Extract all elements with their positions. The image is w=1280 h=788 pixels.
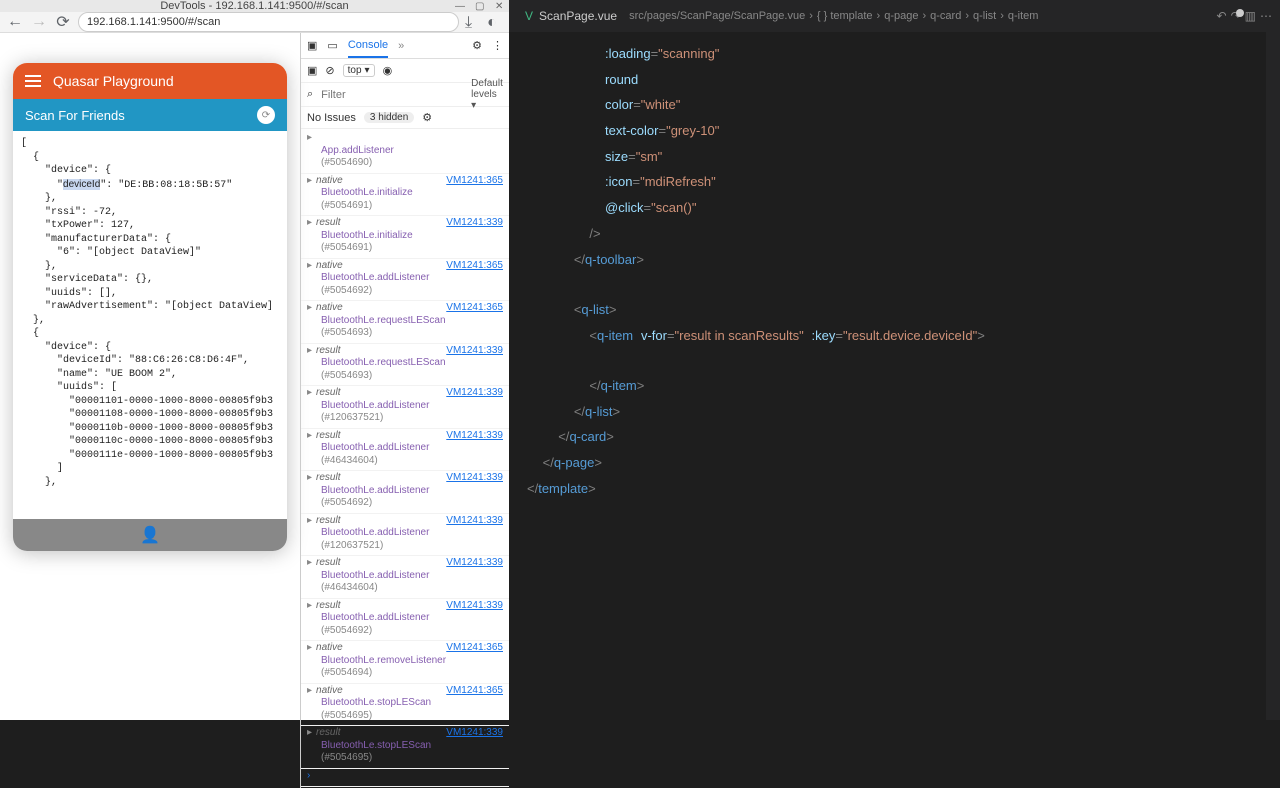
- minimize-icon[interactable]: —: [455, 1, 465, 11]
- log-entry: ▸nativeVM1241:365BluetoothLe.initialize(…: [301, 174, 509, 217]
- browser-window: DevTools - 192.168.1.141:9500/#/scan — ▢…: [0, 0, 509, 720]
- expand-icon[interactable]: ▸: [307, 642, 312, 655]
- editor-tabbar: V ScanPage.vue src/pages/ScanPage/ScanPa…: [509, 0, 1280, 32]
- app-header: Quasar Playground: [13, 63, 287, 99]
- log-entry: ▸resultVM1241:339BluetoothLe.addListener…: [301, 556, 509, 599]
- device-toggle-icon[interactable]: ▭: [327, 39, 337, 52]
- expand-icon[interactable]: ▸: [307, 685, 312, 698]
- expand-icon[interactable]: ▸: [307, 217, 312, 230]
- reload-icon[interactable]: ⟳: [54, 13, 72, 31]
- toggle-sidebar-icon[interactable]: ▣: [307, 64, 317, 77]
- app-title: Quasar Playground: [53, 73, 174, 89]
- split-icon[interactable]: ▥: [1245, 9, 1256, 23]
- source-link[interactable]: VM1241:339: [446, 600, 503, 613]
- app-subheader: Scan For Friends ⟳: [13, 99, 287, 131]
- expand-icon[interactable]: ▸: [307, 727, 312, 740]
- source-link[interactable]: VM1241:365: [446, 260, 503, 273]
- code-area[interactable]: :loading="scanning" round color="white" …: [509, 32, 1280, 720]
- log-entry: ▸resultVM1241:339BluetoothLe.addListener…: [301, 514, 509, 557]
- expand-icon[interactable]: ▸: [307, 132, 312, 145]
- expand-icon[interactable]: ▸: [307, 260, 312, 273]
- log-entry: ▸resultVM1241:339BluetoothLe.requestLESc…: [301, 344, 509, 387]
- eye-icon[interactable]: ◉: [383, 64, 393, 77]
- browser-titlebar: DevTools - 192.168.1.141:9500/#/scan — ▢…: [0, 0, 509, 12]
- expand-icon[interactable]: ▸: [307, 430, 312, 443]
- browser-toolbar: ← → ⟳ 192.168.1.141:9500/#/scan ⤓ ◐: [0, 12, 509, 33]
- expand-icon[interactable]: ▸: [307, 515, 312, 528]
- editor-more-icon[interactable]: ⋯: [1260, 9, 1272, 23]
- devtools-tabs: ▣ ▭ Console » ⚙ ⋮: [301, 33, 509, 59]
- source-link[interactable]: VM1241:339: [446, 387, 503, 400]
- source-link[interactable]: VM1241:365: [446, 302, 503, 315]
- source-link[interactable]: VM1241:365: [446, 175, 503, 188]
- console-log: ▸App.addListener(#5054690)▸nativeVM1241:…: [301, 129, 509, 788]
- devtools-panel: ▣ ▭ Console » ⚙ ⋮ ▣ ⊘ top▾ ◉ ⌕ Default l…: [300, 33, 509, 788]
- file-name: ScanPage.vue: [539, 9, 617, 23]
- hidden-pill[interactable]: 3 hidden: [364, 112, 414, 123]
- json-output: [ { "device": { "deviceId": "DE:BB:08:18…: [13, 131, 287, 519]
- subheader-title: Scan For Friends: [25, 108, 125, 123]
- settings-icon[interactable]: ⚙: [472, 39, 482, 52]
- source-link[interactable]: VM1241:339: [446, 217, 503, 230]
- context-select[interactable]: top▾: [343, 64, 375, 77]
- vue-icon: V: [525, 9, 533, 23]
- refresh-icon[interactable]: ⟳: [257, 106, 275, 124]
- source-link[interactable]: VM1241:339: [446, 557, 503, 570]
- log-entry: ▸nativeVM1241:365BluetoothLe.addListener…: [301, 259, 509, 302]
- issues-label: No Issues: [307, 112, 356, 124]
- source-link[interactable]: VM1241:339: [446, 430, 503, 443]
- clear-console-icon[interactable]: ⊘: [325, 64, 334, 77]
- log-entry: ▸resultVM1241:339BluetoothLe.addListener…: [301, 429, 509, 472]
- install-icon[interactable]: ⤓: [465, 14, 481, 30]
- log-entry: ▸resultVM1241:339BluetoothLe.addListener…: [301, 386, 509, 429]
- profile-icon[interactable]: ◐: [487, 14, 503, 30]
- expand-icon[interactable]: ▸: [307, 387, 312, 400]
- expand-icon[interactable]: ▸: [307, 345, 312, 358]
- source-link[interactable]: VM1241:365: [446, 685, 503, 698]
- log-entry: ▸resultVM1241:339BluetoothLe.addListener…: [301, 471, 509, 514]
- minimap: [1266, 32, 1280, 720]
- filter-icon: ⌕: [307, 88, 313, 101]
- menu-icon[interactable]: [25, 75, 41, 87]
- close-icon[interactable]: ✕: [495, 1, 505, 11]
- breadcrumb: src/pages/ScanPage/ScanPage.vue› { } tem…: [629, 10, 1038, 22]
- source-link[interactable]: VM1241:339: [446, 515, 503, 528]
- maximize-icon[interactable]: ▢: [475, 1, 485, 11]
- back-icon[interactable]: ←: [6, 13, 24, 31]
- expand-icon[interactable]: ▸: [307, 472, 312, 485]
- nav-back-icon[interactable]: ↶: [1217, 9, 1227, 23]
- log-entry: ▸nativeVM1241:365BluetoothLe.removeListe…: [301, 641, 509, 684]
- source-link[interactable]: VM1241:339: [446, 345, 503, 358]
- dirty-indicator-icon: [1236, 9, 1244, 17]
- tabs-overflow-icon[interactable]: »: [398, 40, 404, 52]
- log-entry: ▸App.addListener(#5054690): [301, 131, 509, 174]
- log-entry: ▸resultVM1241:339BluetoothLe.initialize(…: [301, 216, 509, 259]
- browser-title: DevTools - 192.168.1.141:9500/#/scan: [160, 0, 348, 12]
- device-preview: Quasar Playground Scan For Friends ⟳ [ {…: [0, 33, 300, 788]
- phone-frame: Quasar Playground Scan For Friends ⟳ [ {…: [13, 63, 287, 551]
- tab-console[interactable]: Console: [348, 33, 388, 58]
- gear-icon[interactable]: ⚙: [422, 111, 432, 124]
- source-link[interactable]: VM1241:339: [446, 727, 503, 740]
- forward-icon[interactable]: →: [30, 13, 48, 31]
- filter-input[interactable]: [321, 89, 463, 101]
- code-editor: V ScanPage.vue src/pages/ScanPage/ScanPa…: [509, 0, 1280, 720]
- expand-icon[interactable]: ▸: [307, 600, 312, 613]
- more-icon[interactable]: ⋮: [492, 39, 503, 52]
- expand-icon[interactable]: ▸: [307, 557, 312, 570]
- app-footer: 👤: [13, 519, 287, 551]
- expand-icon[interactable]: ▸: [307, 302, 312, 315]
- expand-icon[interactable]: ▸: [307, 175, 312, 188]
- person-icon[interactable]: 👤: [140, 525, 160, 545]
- log-entry: ▸resultVM1241:339BluetoothLe.stopLEScan(…: [301, 726, 509, 769]
- source-link[interactable]: VM1241:339: [446, 472, 503, 485]
- url-input[interactable]: 192.168.1.141:9500/#/scan: [78, 12, 459, 32]
- log-entry: ▸nativeVM1241:365BluetoothLe.requestLESc…: [301, 301, 509, 344]
- editor-tab[interactable]: V ScanPage.vue: [517, 0, 625, 32]
- log-entry: ▸resultVM1241:339BluetoothLe.addListener…: [301, 599, 509, 642]
- source-link[interactable]: VM1241:365: [446, 642, 503, 655]
- inspect-icon[interactable]: ▣: [307, 39, 317, 52]
